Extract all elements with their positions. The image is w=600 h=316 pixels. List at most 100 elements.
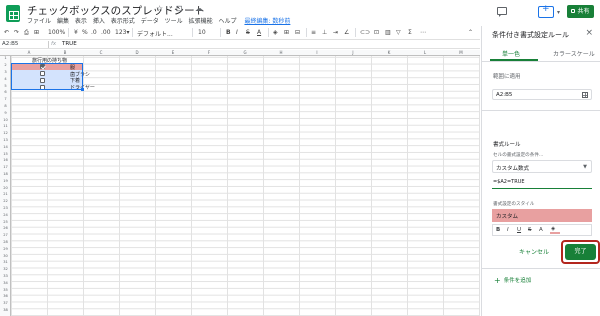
column-header-e[interactable]: E: [155, 50, 191, 55]
row-header[interactable]: 27: [0, 233, 11, 237]
borders-icon[interactable]: ⊞: [284, 29, 289, 36]
merge-cells-icon[interactable]: ⊟: [295, 29, 300, 36]
row-header[interactable]: 3: [0, 70, 11, 74]
insert-comment-icon[interactable]: ⊡: [374, 29, 379, 36]
format-italic-button[interactable]: I: [507, 227, 509, 233]
row-header[interactable]: 33: [0, 274, 11, 278]
fill-handle[interactable]: [81, 88, 84, 91]
text-color-button[interactable]: A: [257, 29, 261, 36]
column-header-f[interactable]: F: [191, 50, 227, 55]
row-header[interactable]: 23: [0, 206, 11, 210]
menu-tools[interactable]: ツール: [165, 18, 183, 25]
tab-color-scale[interactable]: カラースケール: [553, 49, 595, 58]
row-header[interactable]: 5: [0, 84, 11, 88]
row-header[interactable]: 31: [0, 260, 11, 264]
row-header[interactable]: 38: [0, 308, 11, 312]
insert-link-icon[interactable]: ⊂⊃: [360, 29, 370, 36]
close-icon[interactable]: ×: [585, 28, 593, 38]
row-header[interactable]: 9: [0, 111, 11, 115]
row-header[interactable]: 25: [0, 220, 11, 224]
bold-button[interactable]: B: [226, 29, 231, 36]
row-header[interactable]: 14: [0, 145, 11, 149]
row-header[interactable]: 37: [0, 301, 11, 305]
cancel-button[interactable]: キャンセル: [519, 247, 549, 256]
font-select[interactable]: デフォルト...: [137, 29, 173, 38]
meet-dropdown-icon[interactable]: ▾: [557, 9, 560, 16]
row-header[interactable]: 28: [0, 240, 11, 244]
row-header[interactable]: 21: [0, 192, 11, 196]
paint-format-icon[interactable]: ⊞: [34, 29, 39, 36]
menu-format[interactable]: 表示形式: [111, 18, 135, 25]
decrease-decimal-button[interactable]: .0: [91, 29, 97, 36]
menu-file[interactable]: ファイル: [27, 18, 51, 25]
column-header-c[interactable]: C: [83, 50, 119, 55]
row-header[interactable]: 15: [0, 152, 11, 156]
column-header-i[interactable]: I: [299, 50, 335, 55]
custom-formula-input[interactable]: =$A2=TRUE: [492, 177, 592, 189]
currency-button[interactable]: ¥: [74, 29, 78, 36]
column-header-l[interactable]: L: [407, 50, 443, 55]
sheets-logo-icon[interactable]: [6, 5, 20, 22]
formula-input[interactable]: TRUE: [62, 41, 77, 47]
menu-data[interactable]: データ: [141, 18, 159, 25]
menu-extensions[interactable]: 拡張機能: [189, 18, 213, 25]
sheet-grid[interactable]: 旅行用の持ち物 服 歯ブラシ 下着 ドライヤー A B C D E F G H …: [0, 50, 480, 316]
row-header[interactable]: 16: [0, 158, 11, 162]
column-header-b[interactable]: B: [47, 50, 83, 55]
comment-history-icon[interactable]: [497, 7, 507, 17]
tab-single-color[interactable]: 単一色: [502, 49, 520, 58]
strikethrough-button[interactable]: S: [246, 29, 250, 36]
font-size-select[interactable]: 10: [198, 29, 206, 36]
percent-button[interactable]: %: [82, 29, 88, 36]
row-header[interactable]: 17: [0, 165, 11, 169]
add-rule-button[interactable]: + 条件を追加: [494, 276, 531, 285]
horizontal-align-icon[interactable]: ≡: [311, 29, 316, 36]
format-bold-button[interactable]: B: [496, 227, 500, 233]
row-header[interactable]: 8: [0, 104, 11, 108]
menu-insert[interactable]: 挿入: [93, 18, 105, 25]
column-header-d[interactable]: D: [119, 50, 155, 55]
undo-icon[interactable]: ↶: [4, 29, 9, 36]
row-header[interactable]: 29: [0, 247, 11, 251]
functions-icon[interactable]: Σ: [408, 29, 412, 36]
number-format-select[interactable]: 123▾: [115, 29, 129, 36]
increase-decimal-button[interactable]: .00: [101, 29, 111, 36]
row-header[interactable]: 32: [0, 267, 11, 271]
row-header[interactable]: 20: [0, 186, 11, 190]
more-options-icon[interactable]: ⋯: [420, 29, 426, 36]
format-strikethrough-button[interactable]: S: [528, 227, 532, 233]
row-header[interactable]: 4: [0, 77, 11, 81]
column-header-m[interactable]: M: [443, 50, 479, 55]
format-text-color-button[interactable]: A: [539, 227, 543, 233]
column-header-g[interactable]: G: [227, 50, 263, 55]
column-header-j[interactable]: J: [335, 50, 371, 55]
row-header[interactable]: 10: [0, 118, 11, 122]
select-range-icon[interactable]: [582, 92, 588, 98]
row-header[interactable]: 18: [0, 172, 11, 176]
row-header[interactable]: 11: [0, 124, 11, 128]
vertical-align-icon[interactable]: ⊥: [322, 29, 327, 36]
name-box[interactable]: A2:B5: [2, 41, 18, 47]
row-header[interactable]: 36: [0, 294, 11, 298]
filter-icon[interactable]: ▽: [396, 29, 401, 36]
insert-chart-icon[interactable]: ▥: [385, 29, 391, 36]
style-preview[interactable]: カスタム: [492, 209, 592, 222]
row-header[interactable]: 6: [0, 90, 11, 94]
row-header[interactable]: 22: [0, 199, 11, 203]
row-header[interactable]: 7: [0, 97, 11, 101]
column-header-k[interactable]: K: [371, 50, 407, 55]
meet-icon[interactable]: [538, 4, 554, 18]
menu-help[interactable]: ヘルプ: [219, 18, 237, 25]
menu-view[interactable]: 表示: [75, 18, 87, 25]
row-header[interactable]: 34: [0, 281, 11, 285]
text-rotation-icon[interactable]: ∠: [344, 29, 349, 36]
last-edit-link[interactable]: 最終編集: 数秒前: [244, 18, 290, 25]
row-header[interactable]: 26: [0, 226, 11, 230]
share-button[interactable]: 共有: [567, 5, 594, 18]
row-header[interactable]: 30: [0, 254, 11, 258]
row-header[interactable]: 19: [0, 179, 11, 183]
row-header[interactable]: 13: [0, 138, 11, 142]
print-icon[interactable]: ⎙: [24, 29, 29, 37]
done-button[interactable]: 完了: [565, 244, 596, 260]
row-header[interactable]: 24: [0, 213, 11, 217]
